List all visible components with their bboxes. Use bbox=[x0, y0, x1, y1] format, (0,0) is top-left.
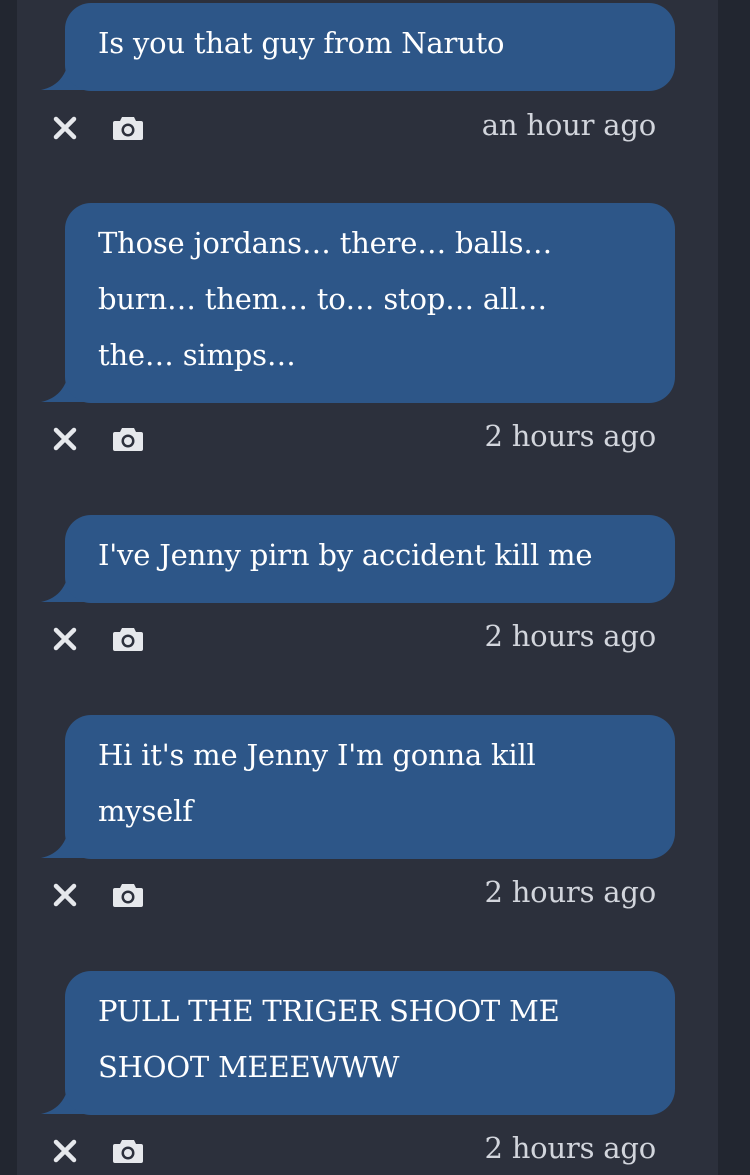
timestamp: 2 hours ago bbox=[484, 1131, 656, 1165]
message-text: Those jordans… there… balls… burn… them…… bbox=[98, 226, 553, 372]
close-icon[interactable] bbox=[47, 421, 83, 457]
right-edge bbox=[718, 0, 750, 1175]
camera-icon[interactable] bbox=[110, 1133, 146, 1169]
timestamp: 2 hours ago bbox=[484, 875, 656, 909]
camera-icon[interactable] bbox=[110, 877, 146, 913]
message-bubble[interactable]: I've Jenny pirn by accident kill me bbox=[65, 515, 675, 603]
message-actions: 2 hours ago bbox=[17, 619, 718, 661]
message-text: I've Jenny pirn by accident kill me bbox=[98, 538, 593, 572]
message-bubble[interactable]: Is you that guy from Naruto bbox=[65, 3, 675, 91]
message-actions: 2 hours ago bbox=[17, 419, 718, 461]
message-text: PULL THE TRIGER SHOOT ME SHOOT MEEEWWW bbox=[98, 994, 560, 1084]
message-bubble[interactable]: Those jordans… there… balls… burn… them…… bbox=[65, 203, 675, 403]
camera-icon[interactable] bbox=[110, 621, 146, 657]
timestamp: an hour ago bbox=[481, 108, 656, 142]
message-bubble[interactable]: Hi it's me Jenny I'm gonna kill myself bbox=[65, 715, 675, 859]
camera-icon[interactable] bbox=[110, 421, 146, 457]
close-icon[interactable] bbox=[47, 877, 83, 913]
message-actions: an hour ago bbox=[17, 108, 718, 150]
timestamp: 2 hours ago bbox=[484, 419, 656, 453]
message-actions: 2 hours ago bbox=[17, 1131, 718, 1173]
timestamp: 2 hours ago bbox=[484, 619, 656, 653]
camera-icon[interactable] bbox=[110, 110, 146, 146]
message-feed[interactable]: Is you that guy from Naruto an hour ago … bbox=[17, 0, 718, 1175]
message-text: Is you that guy from Naruto bbox=[98, 26, 505, 60]
close-icon[interactable] bbox=[47, 1133, 83, 1169]
message-text: Hi it's me Jenny I'm gonna kill myself bbox=[98, 738, 536, 828]
message-actions: 2 hours ago bbox=[17, 875, 718, 917]
message-bubble[interactable]: PULL THE TRIGER SHOOT ME SHOOT MEEEWWW bbox=[65, 971, 675, 1115]
left-edge bbox=[0, 0, 17, 1175]
close-icon[interactable] bbox=[47, 621, 83, 657]
close-icon[interactable] bbox=[47, 110, 83, 146]
